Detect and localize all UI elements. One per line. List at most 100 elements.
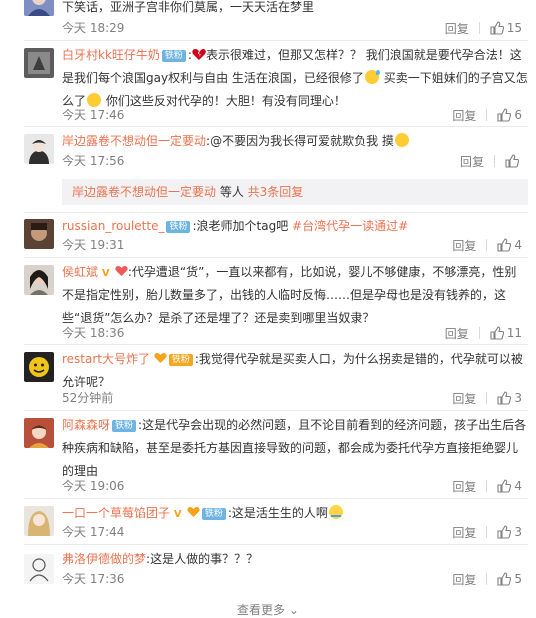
comment-meta: 今天 19:31 回复 4 [62, 235, 528, 255]
separator [486, 239, 488, 251]
comment-item: restart大号炸了 铁粉:我觉得代孕就是买卖人口，为什么拐卖是错的，代孕就可… [0, 348, 536, 406]
sub-reply-count[interactable]: 共3条回复 [248, 185, 304, 199]
divider [24, 212, 528, 213]
fan-badge: 铁粉 [112, 420, 137, 432]
load-more-label: 查看更多 [237, 603, 286, 617]
comment-time: 今天 18:36 [62, 326, 125, 340]
user-name[interactable]: 侯虹斌 [62, 265, 98, 279]
comment-item: 一口一个草莓馅团子 V 铁粉:这是活生生的人啊 今天 17:44 回复 3 [0, 502, 536, 542]
reply-button[interactable]: 回复 [460, 153, 484, 170]
comment-time: 今天 19:31 [62, 238, 125, 252]
comment-time: 今天 17:44 [62, 525, 125, 539]
thumbs-up-icon [497, 572, 512, 586]
like-button[interactable]: 5 [497, 572, 522, 586]
comment-meta: 今天 17:44 回复 3 [62, 522, 528, 542]
like-button[interactable]: 3 [497, 525, 522, 539]
like-button[interactable]: 6 [497, 108, 522, 122]
sweat-smile-emoji-icon [364, 70, 380, 84]
comment-body: 岸边露卷不想动但一定要动:@不要因为我长得可爱就欺负我 摸 [62, 130, 528, 153]
user-name[interactable]: restart大号炸了 [62, 352, 150, 366]
divider [24, 126, 528, 127]
like-count: 15 [506, 21, 522, 35]
sub-reply-user[interactable]: 岸边露卷不想动但一定要动 [62, 185, 216, 199]
comment-item: 侯虹斌 V:代孕遭退“货”，一直以来都有，比如说，婴儿不够健康，不够漂亮，性别不… [0, 261, 536, 343]
thumbs-up-icon [497, 391, 512, 405]
like-count: 5 [514, 572, 522, 586]
topic-tag-link[interactable]: #台湾代孕一读通过# [292, 219, 408, 233]
comment-item: 下笑话，亚洲子宫非你们莫属，一天天活在梦里 今天 18:29 回复 15 [0, 0, 536, 40]
reply-button[interactable]: 回复 [452, 237, 476, 254]
like-count: 3 [514, 525, 522, 539]
separator [478, 327, 480, 339]
sub-replies-box[interactable]: 岸边露卷不想动但一定要动 等人 共3条回复 [62, 179, 528, 205]
fan-badge: 铁粉 [161, 50, 186, 62]
divider [24, 40, 528, 41]
load-more-link[interactable]: 查看更多 ⌄ [0, 601, 536, 618]
separator [494, 155, 495, 167]
separator [486, 573, 488, 585]
like-button[interactable]: 15 [490, 21, 522, 35]
avatar[interactable] [24, 48, 54, 78]
like-button[interactable]: 4 [497, 238, 522, 252]
fan-badge: 铁粉 [168, 354, 193, 366]
comment-meta: 今天 17:36 回复 5 [62, 569, 528, 589]
user-name[interactable]: 岸边露卷不想动但一定要动 [62, 134, 206, 148]
thumbs-up-icon [497, 108, 512, 122]
thumbs-up-icon [497, 238, 512, 252]
vip-icon: V [101, 268, 110, 279]
divider [24, 344, 528, 345]
fan-badge: 铁粉 [166, 221, 191, 233]
user-name[interactable]: 一口一个草莓馅团子 [62, 506, 170, 520]
vip-icon: V [173, 509, 182, 520]
reply-button[interactable]: 回复 [452, 478, 476, 495]
comment-meta: 今天 17:46 回复 6 [62, 105, 528, 125]
avatar[interactable] [24, 352, 54, 382]
comment-item: russian_roulette_ 铁粉:浪老师加个tag吧 #台湾代孕一读通过#… [0, 215, 536, 255]
like-button[interactable] [505, 154, 522, 168]
user-name[interactable]: 白牙村kk旺仔牛奶 [62, 48, 160, 62]
comment-body: 阿森森呀 铁粉:这是代孕会出现的必然问题，且不论目前看到的经济问题，孩子出生后各种… [62, 418, 527, 478]
avatar[interactable] [24, 554, 54, 584]
thumbs-up-icon [497, 479, 512, 493]
broken-heart-icon [192, 49, 206, 60]
avatar[interactable] [24, 134, 54, 164]
reply-button[interactable]: 回复 [452, 390, 476, 407]
reply-button[interactable]: 回复 [452, 107, 476, 124]
comment-time: 今天 17:46 [62, 108, 125, 122]
comment-text: 这是人做的事？？？ [150, 552, 259, 566]
chevron-down-icon: ⌄ [288, 603, 299, 617]
sub-reply-mid: 等人 [216, 185, 248, 199]
comment-time: 今天 17:56 [62, 154, 125, 168]
comment-meta: 今天 17:56 回复 [62, 151, 528, 171]
reply-button[interactable]: 回复 [452, 571, 476, 588]
comment-text-part: 表示很难过，但那又怎样？？ 我们浪国就是要代孕合法！ [205, 48, 510, 62]
like-button[interactable]: 3 [497, 391, 522, 405]
separator [478, 22, 480, 34]
reply-button[interactable]: 回复 [445, 20, 469, 37]
user-name[interactable]: 弗洛伊德做的梦 [62, 552, 146, 566]
reply-button[interactable]: 回复 [452, 524, 476, 541]
comment-body: 侯虹斌 V:代孕遭退“货”，一直以来都有，比如说，婴儿不够健康，不够漂亮，性别不… [62, 265, 517, 325]
smile-emoji-icon [394, 133, 409, 147]
comment-item: 岸边露卷不想动但一定要动:@不要因为我长得可爱就欺负我 摸 今天 17:56 回… [0, 130, 536, 210]
like-button[interactable]: 4 [497, 479, 522, 493]
user-name[interactable]: 阿森森呀 [62, 418, 110, 432]
comment-meta: 52分钟前 回复 3 [62, 388, 528, 408]
avatar[interactable] [24, 418, 54, 448]
avatar[interactable] [24, 265, 54, 295]
comment-text: 这是活生生的人啊 [231, 506, 328, 520]
like-button[interactable]: 11 [490, 326, 522, 340]
avatar[interactable] [24, 506, 54, 536]
crying-emoji-icon [328, 505, 343, 519]
comment-time: 今天 19:06 [62, 479, 125, 493]
avatar[interactable] [24, 219, 54, 249]
separator [486, 392, 488, 404]
comment-meta: 今天 18:29 回复 15 [62, 18, 528, 38]
user-name[interactable]: russian_roulette_ [62, 219, 164, 233]
comment-meta: 今天 18:36 回复 11 [62, 323, 528, 343]
avatar[interactable] [24, 0, 54, 16]
reply-button[interactable]: 回复 [445, 325, 469, 342]
comment-body: 弗洛伊德做的梦:这是人做的事？？？ [62, 552, 259, 566]
comment-text: 下笑话，亚洲子宫非你们莫属，一天天活在梦里 [62, 0, 315, 14]
comment-item: 阿森森呀 铁粉:这是代孕会出现的必然问题，且不论目前看到的经济问题，孩子出生后各种… [0, 414, 536, 496]
